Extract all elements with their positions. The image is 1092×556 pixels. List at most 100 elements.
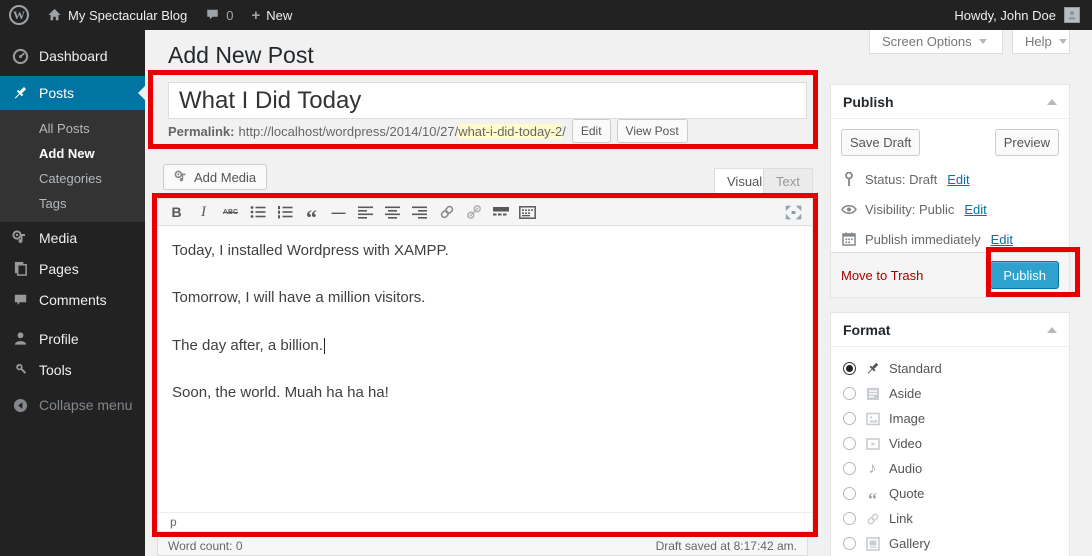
visual-editor: B I ABC “ —	[157, 198, 813, 532]
draft-saved-text: Draft saved at 8:17:42 am.	[656, 539, 797, 553]
preview-button[interactable]: Preview	[995, 129, 1059, 156]
submenu-categories[interactable]: Categories	[0, 166, 145, 191]
toolbar-toggle-icon[interactable]	[515, 201, 540, 224]
bulleted-list-icon[interactable]	[245, 201, 270, 224]
submenu-tags[interactable]: Tags	[0, 191, 145, 216]
move-to-trash-link[interactable]: Move to Trash	[841, 268, 923, 283]
sidebar-item-comments[interactable]: Comments	[0, 284, 145, 315]
wordpress-admin-screen: W My Spectacular Blog 0 + New Howdy, Joh…	[0, 0, 1092, 556]
radio-link[interactable]	[843, 512, 856, 525]
post-title-input[interactable]	[168, 82, 807, 119]
help-label: Help	[1025, 34, 1052, 49]
edit-permalink-button[interactable]: Edit	[572, 119, 611, 143]
site-name-link[interactable]: My Spectacular Blog	[38, 0, 196, 30]
collapse-panel-icon[interactable]	[1047, 327, 1057, 333]
edit-status-link[interactable]: Edit	[947, 172, 969, 187]
sidebar-item-label: Profile	[39, 331, 79, 347]
format-panel-title: Format	[843, 322, 890, 338]
format-label: Aside	[889, 386, 922, 401]
align-right-icon[interactable]	[407, 201, 432, 224]
format-label: Audio	[889, 461, 922, 476]
collapse-panel-icon[interactable]	[1047, 99, 1057, 105]
aside-icon	[864, 387, 881, 401]
publish-panel-title: Publish	[843, 94, 894, 110]
sidebar-item-tools[interactable]: Tools	[0, 354, 145, 385]
italic-icon[interactable]: I	[191, 201, 216, 224]
sidebar-item-dashboard[interactable]: Dashboard	[0, 40, 145, 72]
publish-panel: Publish Save Draft Preview Status: Draft…	[830, 84, 1070, 298]
strikethrough-icon[interactable]: ABC	[218, 201, 243, 224]
format-label: Standard	[889, 361, 942, 376]
fullscreen-icon[interactable]	[781, 201, 806, 224]
editor-content[interactable]: Today, I installed Wordpress with XAMPP.…	[158, 226, 812, 512]
comments-icon	[10, 293, 30, 307]
sidebar-item-media[interactable]: Media	[0, 222, 145, 253]
align-left-icon[interactable]	[353, 201, 378, 224]
screen-options-tab[interactable]: Screen Options	[869, 30, 1003, 54]
chevron-down-icon	[979, 39, 987, 44]
sidebar-item-posts[interactable]: Posts	[0, 76, 145, 110]
view-post-button[interactable]: View Post	[617, 119, 688, 143]
new-content-menu[interactable]: + New	[242, 0, 301, 30]
save-draft-button[interactable]: Save Draft	[841, 129, 920, 156]
comment-bubble-icon	[205, 8, 220, 22]
blockquote-icon[interactable]: “	[299, 201, 324, 224]
format-label: Quote	[889, 486, 924, 501]
format-panel-header[interactable]: Format	[831, 313, 1069, 347]
comments-bubble[interactable]: 0	[196, 0, 242, 30]
numbered-list-icon[interactable]	[272, 201, 297, 224]
page-title: Add New Post	[168, 42, 314, 69]
edit-schedule-link[interactable]: Edit	[991, 232, 1013, 247]
collapse-arrow-icon	[10, 398, 30, 413]
visibility-row: Visibility: Public Edit	[841, 199, 1059, 219]
collapse-menu-button[interactable]: Collapse menu	[0, 389, 145, 421]
submenu-all-posts[interactable]: All Posts	[0, 116, 145, 141]
sidebar-item-label: Posts	[39, 85, 74, 101]
unlink-icon[interactable]	[461, 201, 486, 224]
more-tag-icon[interactable]	[488, 201, 513, 224]
sidebar-item-label: Tools	[39, 362, 72, 378]
publish-button[interactable]: Publish	[990, 261, 1059, 289]
help-tab[interactable]: Help	[1012, 30, 1070, 54]
format-option-link: Link	[843, 506, 1057, 531]
word-count: Word count: 0	[168, 539, 243, 553]
posts-submenu: All Posts Add New Categories Tags	[0, 110, 145, 222]
wordpress-logo-icon: W	[9, 5, 29, 25]
sidebar-item-label: Comments	[39, 292, 107, 308]
audio-icon: ♪	[864, 460, 881, 477]
edit-visibility-link[interactable]: Edit	[964, 202, 986, 217]
radio-video[interactable]	[843, 437, 856, 450]
tab-text[interactable]: Text	[763, 168, 813, 194]
paragraph: Soon, the world. Muah ha ha ha!	[172, 383, 798, 403]
element-path[interactable]: p	[170, 515, 177, 529]
eye-icon	[841, 204, 857, 215]
pages-icon	[10, 261, 30, 276]
radio-aside[interactable]	[843, 387, 856, 400]
menu-separator	[0, 385, 145, 387]
horizontal-rule-icon[interactable]: —	[326, 201, 351, 224]
wordpress-logo-menu[interactable]: W	[0, 0, 38, 30]
submenu-add-new[interactable]: Add New	[0, 141, 145, 166]
howdy-user-label[interactable]: Howdy, John Doe	[954, 8, 1056, 23]
bold-icon[interactable]: B	[164, 201, 189, 224]
align-center-icon[interactable]	[380, 201, 405, 224]
radio-image[interactable]	[843, 412, 856, 425]
publish-panel-header[interactable]: Publish	[831, 85, 1069, 119]
calendar-icon	[841, 232, 857, 246]
radio-gallery[interactable]	[843, 537, 856, 550]
plus-icon: +	[251, 7, 260, 24]
format-label: Video	[889, 436, 922, 451]
sidebar-item-pages[interactable]: Pages	[0, 253, 145, 284]
link-icon[interactable]	[434, 201, 459, 224]
paragraph: Today, I installed Wordpress with XAMPP.	[172, 241, 798, 261]
sidebar-item-profile[interactable]: Profile	[0, 323, 145, 354]
radio-standard[interactable]	[843, 362, 856, 375]
user-avatar[interactable]	[1064, 7, 1080, 23]
radio-quote[interactable]	[843, 487, 856, 500]
format-label: Image	[889, 411, 925, 426]
active-menu-arrow	[138, 86, 145, 100]
sidebar-item-label: Pages	[39, 261, 79, 277]
sidebar-item-label: Media	[39, 230, 77, 246]
add-media-button[interactable]: Add Media	[163, 164, 267, 190]
radio-audio[interactable]	[843, 462, 856, 475]
